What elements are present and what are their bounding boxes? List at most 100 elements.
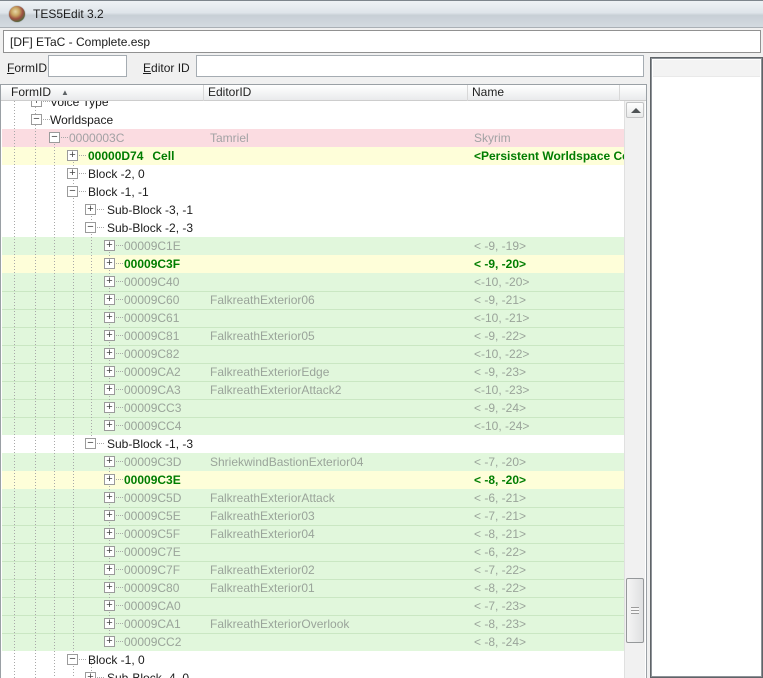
expand-icon[interactable]: + [104, 258, 123, 269]
expand-icon[interactable]: + [104, 240, 123, 251]
cell-formid: Voice Type [50, 101, 109, 109]
tree-row[interactable]: +00009C3F < -9, -20> [2, 255, 625, 273]
cell-name: < -6, -21> [474, 491, 527, 505]
tree-row[interactable]: +00009CA3 FalkreathExteriorAttack2 <-10, -… [2, 381, 625, 399]
tree-row[interactable]: +00009C7F FalkreathExterior02 < -7, -22> [2, 561, 625, 579]
tree-row[interactable]: − Worldspace [2, 111, 625, 129]
cell-name: < -9, -24> [474, 401, 527, 415]
tree-row[interactable]: + Voice Type [2, 101, 625, 111]
expand-icon[interactable]: + [104, 582, 123, 593]
vertical-scrollbar[interactable] [624, 101, 645, 678]
cell-name: < -9, -20> [474, 257, 527, 271]
expand-icon[interactable]: + [85, 204, 104, 215]
expand-icon[interactable]: + [104, 384, 123, 395]
collapse-icon[interactable]: − [67, 654, 86, 665]
cell-editorid: FalkreathExteriorOverlook [210, 617, 350, 631]
expand-icon[interactable]: + [104, 564, 123, 575]
tree-row[interactable]: +00009C81 FalkreathExterior05 < -9, -22> [2, 327, 625, 345]
expand-icon[interactable]: + [104, 474, 123, 485]
tree-row[interactable]: +00009CA0 < -7, -23> [2, 597, 625, 615]
expand-icon[interactable]: + [104, 618, 123, 629]
tree-row[interactable]: +00000D74 Cell <Persistent Worldspace Ce..… [2, 147, 625, 165]
tree-row[interactable]: +00009C82 <-10, -22> [2, 345, 625, 363]
scroll-up-button[interactable] [626, 102, 644, 118]
cell-formid: 00009C3D [124, 455, 182, 469]
expand-icon[interactable]: + [104, 366, 123, 377]
tree-row[interactable]: +00009C60 FalkreathExterior06 < -9, -21> [2, 291, 625, 309]
scrollbar-thumb[interactable] [626, 578, 644, 643]
cell-formid: 00009C7F [124, 563, 181, 577]
expand-icon[interactable]: + [104, 546, 123, 557]
tree-row[interactable]: +00009CC4 <-10, -24> [2, 417, 625, 435]
tree-row[interactable]: +00009C61 <-10, -21> [2, 309, 625, 327]
tree-row[interactable]: +00009C3D ShriekwindBastionExterior04 < -7… [2, 453, 625, 471]
expand-icon[interactable]: + [104, 312, 123, 323]
column-header-formid[interactable]: FormID ▲ [1, 85, 204, 101]
cell-formid: 00009C81 [124, 329, 180, 343]
tree-row[interactable]: +00009C1E < -9, -19> [2, 237, 625, 255]
expand-icon[interactable]: + [67, 150, 86, 161]
expand-icon[interactable]: + [104, 528, 123, 539]
expand-icon[interactable]: + [85, 672, 104, 678]
tree-row[interactable]: +00009CC2 < -8, -24> [2, 633, 625, 651]
tree-row[interactable]: + Sub-Block -4, 0 [2, 669, 625, 678]
tree-row[interactable]: − Sub-Block -1, -3 [2, 435, 625, 453]
tree-row[interactable]: +00009C3E < -8, -20> [2, 471, 625, 489]
cell-formid: 00009CA0 [124, 599, 181, 613]
expand-icon[interactable]: + [104, 294, 123, 305]
expand-icon[interactable]: + [104, 402, 123, 413]
expand-icon[interactable]: + [104, 456, 123, 467]
expand-icon[interactable]: + [104, 276, 123, 287]
collapse-icon[interactable]: − [49, 132, 68, 143]
expand-icon[interactable]: + [104, 420, 123, 431]
collapse-icon[interactable]: − [31, 114, 50, 125]
tree-row[interactable]: +00009CA1 FalkreathExteriorOverlook < -8, … [2, 615, 625, 633]
formid-filter-input[interactable] [48, 55, 127, 77]
tree-row[interactable]: − Block -1, -1 [2, 183, 625, 201]
collapse-icon[interactable]: − [85, 222, 104, 233]
tree-row[interactable]: +00009C7E < -6, -22> [2, 543, 625, 561]
tree-row[interactable]: +00009C5E FalkreathExterior03 < -7, -21> [2, 507, 625, 525]
expand-icon[interactable]: + [104, 330, 123, 341]
tree-rows: + Voice Type − Worldspace −0000003C Tamriel Sk… [2, 101, 625, 678]
cell-formid: 00009C3F [124, 257, 181, 271]
tree-row[interactable]: +00009CC3 < -9, -24> [2, 399, 625, 417]
record-view-panel [650, 57, 763, 678]
cell-formid: 00009C40 [124, 275, 180, 289]
plugin-tab[interactable]: [DF] ETaC - Complete.esp [3, 30, 761, 53]
tree-row[interactable]: +00009C40 <-10, -20> [2, 273, 625, 291]
tree-row[interactable]: +00009C5D FalkreathExteriorAttack < -6, -2… [2, 489, 625, 507]
cell-editorid: FalkreathExteriorEdge [210, 365, 330, 379]
column-header-name[interactable]: Name [468, 85, 620, 101]
collapse-icon[interactable]: − [85, 438, 104, 449]
expand-icon[interactable]: + [67, 168, 86, 179]
cell-name: < -9, -21> [474, 293, 527, 307]
cell-editorid: Tamriel [210, 131, 249, 145]
tree-row[interactable]: +00009C5F FalkreathExterior04 < -8, -21> [2, 525, 625, 543]
expand-icon[interactable]: + [104, 510, 123, 521]
tree-row[interactable]: +00009CA2 FalkreathExteriorEdge < -9, -23> [2, 363, 625, 381]
collapse-icon[interactable]: − [67, 186, 86, 197]
cell-name: <Persistent Worldspace Ce... [474, 149, 624, 163]
cell-name: < -7, -21> [474, 509, 527, 523]
tree-row[interactable]: −0000003C Tamriel Skyrim [2, 129, 625, 147]
editorid-filter-input[interactable] [196, 55, 644, 77]
expand-icon[interactable]: + [31, 101, 50, 107]
tree-row[interactable]: + Block -2, 0 [2, 165, 625, 183]
tree-row[interactable]: − Block -1, 0 [2, 651, 625, 669]
expand-icon[interactable]: + [104, 636, 123, 647]
cell-formid: 0000003C [69, 131, 125, 145]
expand-icon[interactable]: + [104, 600, 123, 611]
cell-name: <-10, -24> [474, 419, 530, 433]
tree-row[interactable]: +00009C80 FalkreathExterior01 < -8, -22> [2, 579, 625, 597]
cell-formid: 00009CC2 [124, 635, 182, 649]
tree-row[interactable]: + Sub-Block -3, -1 [2, 201, 625, 219]
expand-icon[interactable]: + [104, 492, 123, 503]
tree-row[interactable]: − Sub-Block -2, -3 [2, 219, 625, 237]
expand-icon[interactable]: + [104, 348, 123, 359]
cell-name: <-10, -23> [474, 383, 530, 397]
column-header-editorid[interactable]: EditorID [204, 85, 468, 101]
cell-formid: 00009C82 [124, 347, 180, 361]
cell-formid: 00000D74 Cell [88, 149, 175, 163]
app-icon [9, 6, 25, 22]
